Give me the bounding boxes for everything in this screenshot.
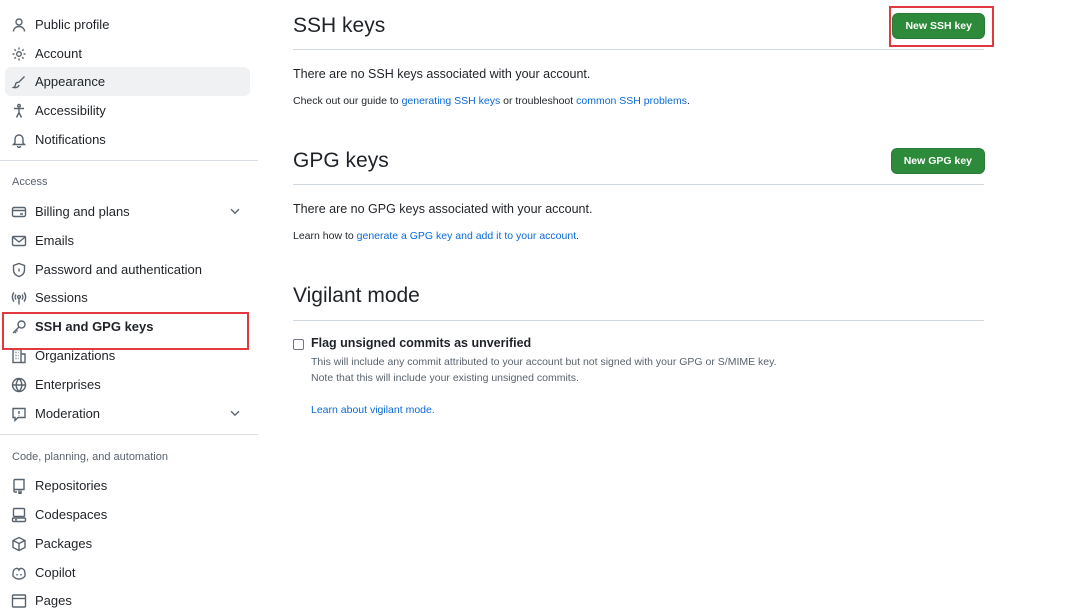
vigilant-note-line1: This will include any commit attributed …	[311, 356, 777, 368]
vigilant-mode-heading: Vigilant mode	[293, 284, 420, 307]
gpg-learn-text: Learn how to generate a GPG key and add …	[293, 230, 579, 242]
gear-icon	[11, 46, 27, 62]
sidebar-item-label: Repositories	[35, 478, 108, 493]
bell-icon	[11, 132, 27, 148]
sidebar-item-label: Packages	[35, 536, 93, 551]
flag-unsigned-commits-label[interactable]: Flag unsigned commits as unverified	[311, 336, 531, 350]
generating-ssh-keys-link[interactable]: generating SSH keys	[402, 95, 501, 107]
sidebar-item-label: Notifications	[35, 132, 106, 147]
browser-icon	[11, 593, 27, 609]
ssh-guide-mid: or troubleshoot	[500, 95, 577, 107]
sidebar-divider	[0, 434, 258, 435]
mail-icon	[11, 233, 27, 249]
codespaces-icon	[11, 507, 27, 523]
sidebar-item-public-profile[interactable]: Public profile	[5, 10, 250, 39]
paintbrush-icon	[11, 74, 27, 90]
button-highlight-annotation	[889, 6, 994, 47]
chevron-down-icon[interactable]	[228, 406, 242, 420]
globe-icon	[11, 377, 27, 393]
sidebar-highlight-annotation	[2, 312, 249, 350]
generate-gpg-key-link[interactable]: generate a GPG key and add it to your ac…	[357, 230, 576, 242]
ssh-guide-suffix: .	[686, 95, 690, 107]
sidebar-divider	[0, 160, 258, 161]
sidebar-item-repositories[interactable]: Repositories	[5, 471, 250, 500]
sidebar-item-billing[interactable]: Billing and plans	[5, 197, 250, 226]
sidebar-item-label: Organizations	[35, 348, 116, 363]
sidebar-section-access: Access	[12, 176, 48, 188]
sidebar-item-password[interactable]: Password and authentication	[5, 255, 250, 284]
sidebar-item-label: Password and authentication	[35, 262, 202, 277]
gpg-empty-message: There are no GPG keys associated with yo…	[293, 202, 593, 216]
flag-unsigned-commits-checkbox[interactable]	[293, 339, 304, 350]
credit-card-icon	[11, 204, 27, 220]
broadcast-icon	[11, 290, 27, 306]
main-content: SSH keys New SSH key There are no SSH ke…	[293, 0, 994, 613]
section-divider	[293, 49, 984, 50]
sidebar-item-label: Public profile	[35, 17, 110, 32]
sidebar-item-label: Copilot	[35, 565, 76, 580]
sidebar-item-label: Sessions	[35, 290, 88, 305]
vigilant-note-line2: Note that this will include your existin…	[311, 372, 579, 384]
sidebar-item-copilot[interactable]: Copilot	[5, 558, 250, 587]
vigilant-learn-text: Learn about vigilant mode.	[311, 404, 435, 416]
gpg-keys-heading: GPG keys	[293, 149, 389, 172]
ssh-guide-prefix: Check out our guide to	[293, 95, 402, 107]
sidebar-item-label: Appearance	[35, 74, 106, 89]
sidebar-item-notifications[interactable]: Notifications	[5, 125, 250, 154]
sidebar-item-account[interactable]: Account	[5, 39, 250, 68]
sidebar-item-label: Accessibility	[35, 103, 106, 118]
section-divider	[293, 320, 984, 321]
repo-icon	[11, 478, 27, 494]
sidebar-item-moderation[interactable]: Moderation	[5, 399, 250, 428]
sidebar-section-code: Code, planning, and automation	[12, 451, 168, 463]
section-divider	[293, 184, 984, 185]
sidebar-item-pages[interactable]: Pages	[5, 586, 250, 613]
learn-about-vigilant-mode-link[interactable]: Learn about vigilant mode	[311, 404, 432, 416]
sidebar-item-codespaces[interactable]: Codespaces	[5, 500, 250, 529]
common-ssh-problems-link[interactable]: common SSH problems	[576, 95, 687, 107]
sidebar-item-emails[interactable]: Emails	[5, 226, 250, 255]
copilot-icon	[11, 565, 27, 581]
report-icon	[11, 406, 27, 422]
sidebar-item-sessions[interactable]: Sessions	[5, 283, 250, 312]
sidebar-item-label: Pages	[35, 593, 72, 608]
sidebar-item-appearance[interactable]: Appearance	[5, 67, 250, 96]
sidebar-item-label: Account	[35, 46, 82, 61]
sidebar-item-label: Moderation	[35, 406, 101, 421]
ssh-empty-message: There are no SSH keys associated with yo…	[293, 67, 591, 81]
person-icon	[11, 17, 27, 33]
package-icon	[11, 536, 27, 552]
gpg-learn-prefix: Learn how to	[293, 230, 357, 242]
shield-lock-icon	[11, 262, 27, 278]
sidebar-item-label: Emails	[35, 233, 75, 248]
vigilant-learn-suffix: .	[431, 404, 435, 416]
ssh-keys-heading: SSH keys	[293, 14, 386, 37]
sidebar-item-label: Enterprises	[35, 377, 101, 392]
settings-sidebar: Public profile Account Appearance Access…	[0, 0, 258, 613]
ssh-guide-text: Check out our guide to generating SSH ke…	[293, 95, 690, 107]
sidebar-item-label: Codespaces	[35, 507, 108, 522]
sidebar-item-enterprises[interactable]: Enterprises	[5, 370, 250, 399]
chevron-down-icon[interactable]	[228, 204, 242, 218]
sidebar-item-label: Billing and plans	[35, 204, 130, 219]
new-gpg-key-button[interactable]: New GPG key	[890, 148, 985, 174]
sidebar-item-accessibility[interactable]: Accessibility	[5, 96, 250, 125]
gpg-learn-suffix: .	[576, 230, 580, 242]
accessibility-icon	[11, 103, 27, 119]
sidebar-item-packages[interactable]: Packages	[5, 529, 250, 558]
